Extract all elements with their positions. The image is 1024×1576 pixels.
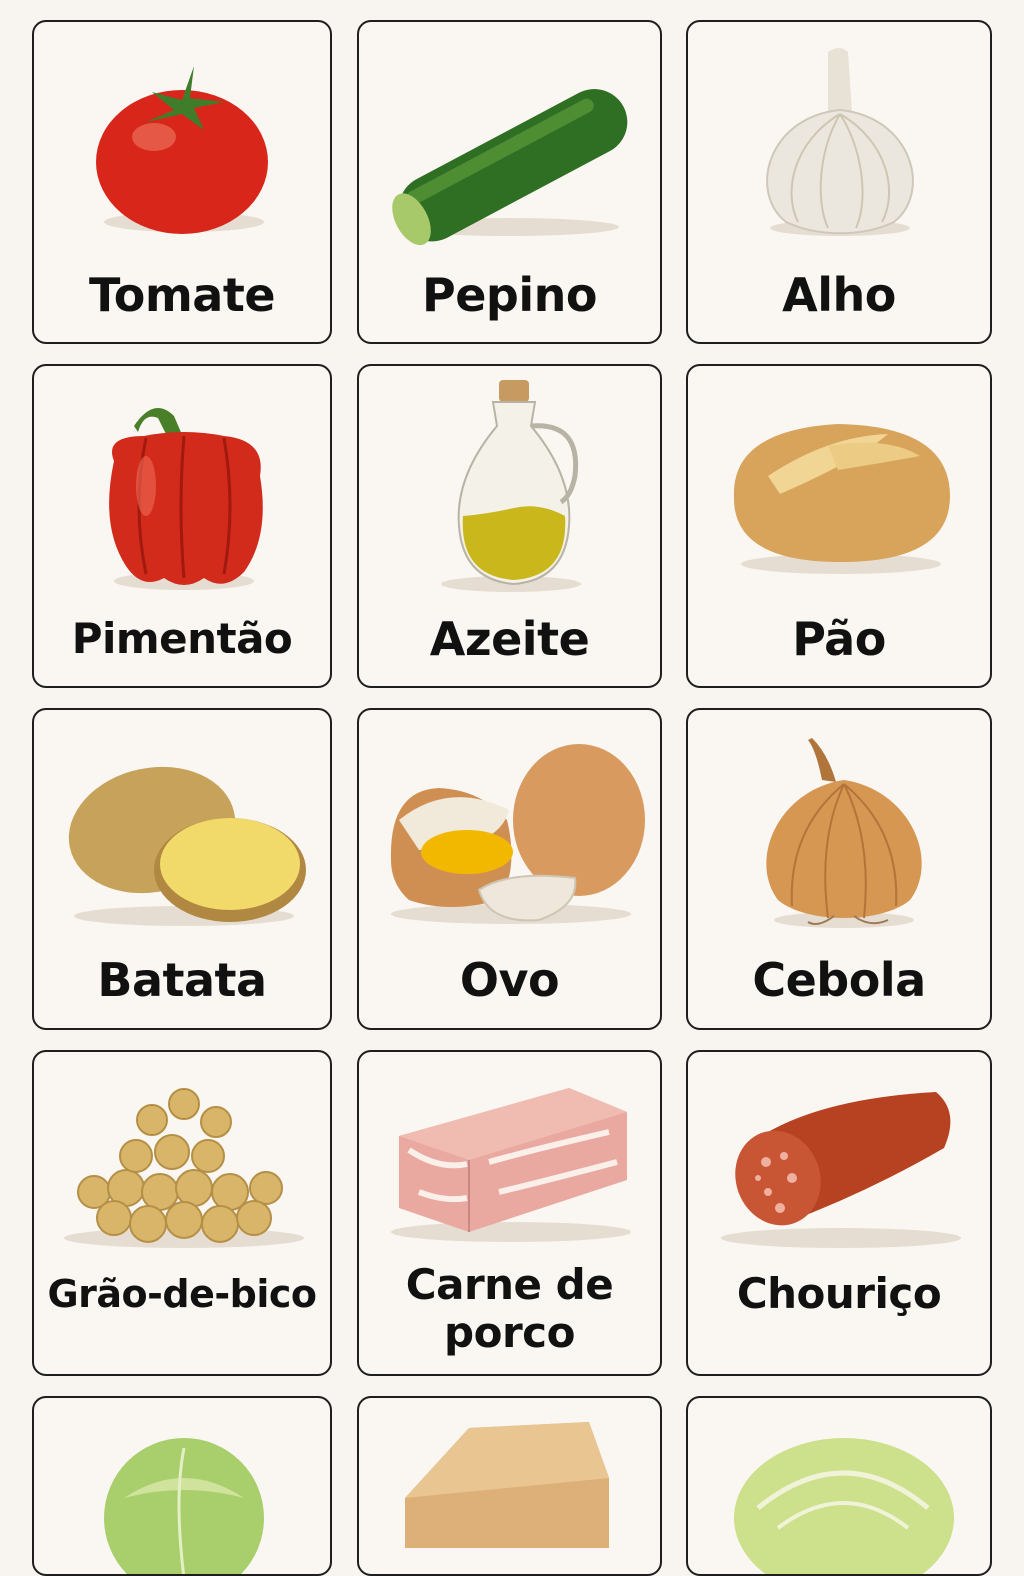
ingredient-card-tomate[interactable]: Tomate xyxy=(32,20,332,344)
chorizo-icon xyxy=(721,1092,961,1248)
ingredient-card-carne-de-porco[interactable]: Carne de porco xyxy=(357,1050,662,1376)
ingredient-card-cabbage-half[interactable] xyxy=(686,1396,992,1576)
cabbage-icon xyxy=(104,1438,264,1574)
ingredient-label-line-2: porco xyxy=(444,1308,575,1357)
ingredient-label: Pão xyxy=(792,612,886,666)
ingredient-card-alho[interactable]: Alho xyxy=(686,20,992,344)
ingredient-card-azeite[interactable]: Azeite xyxy=(357,364,662,688)
ingredient-card-pao[interactable]: Pão xyxy=(686,364,992,688)
chickpeas-icon xyxy=(64,1088,304,1248)
ingredient-label: Pimentão xyxy=(71,614,293,663)
ingredient-card-pimentao[interactable]: Pimentão xyxy=(32,364,332,688)
ingredient-label: Grão-de-bico xyxy=(47,1272,317,1316)
ingredient-label: Alho xyxy=(782,268,896,322)
ingredient-card-cebola[interactable]: Cebola xyxy=(686,708,992,1030)
ingredient-card-grao-de-bico[interactable]: Grão-de-bico xyxy=(32,1050,332,1376)
ingredient-label: Chouriço xyxy=(736,1269,942,1318)
ingredient-label: Tomate xyxy=(88,268,276,322)
ingredient-card-ovo[interactable]: Ovo xyxy=(357,708,662,1030)
ingredient-card-chourico[interactable]: Chouriço xyxy=(686,1050,992,1376)
ingredient-label: Cebola xyxy=(752,953,926,1007)
ingredient-card-pepino[interactable]: Pepino xyxy=(357,20,662,344)
ingredient-label: Pepino xyxy=(422,268,597,322)
ingredient-card-cabbage[interactable] xyxy=(32,1396,332,1576)
ingredient-card-batata[interactable]: Batata xyxy=(32,708,332,1030)
ingredient-card-cheese[interactable] xyxy=(357,1396,662,1576)
cheese-block-icon xyxy=(405,1422,609,1548)
ingredient-label: Azeite xyxy=(429,612,590,666)
ingredient-label: Ovo xyxy=(459,953,560,1007)
cabbage-half-icon xyxy=(734,1438,954,1574)
ingredient-label-line-1: Carne de xyxy=(405,1260,614,1309)
ingredient-label: Batata xyxy=(97,953,267,1007)
